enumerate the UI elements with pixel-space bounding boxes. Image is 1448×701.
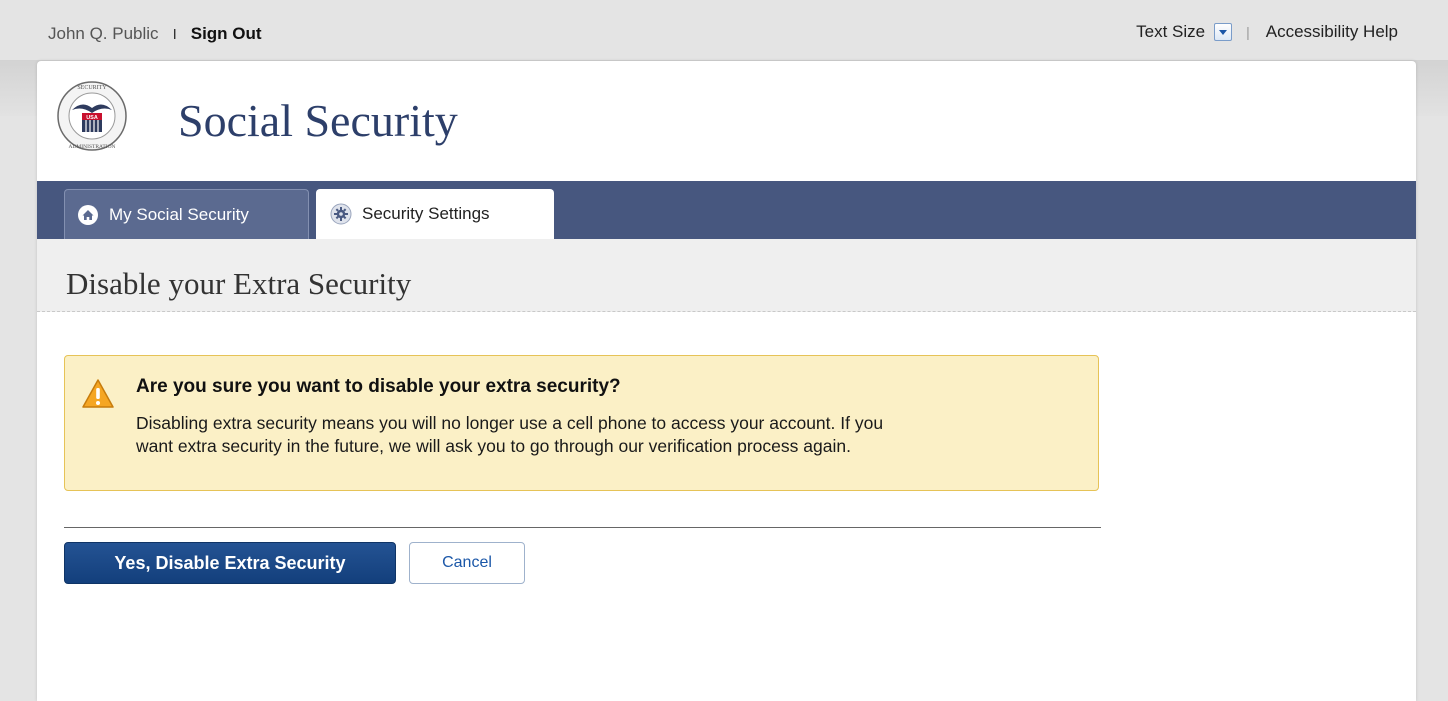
svg-text:USA: USA — [86, 115, 98, 121]
warning-icon — [82, 379, 114, 408]
accessibility-help-link[interactable]: Accessibility Help — [1266, 22, 1398, 42]
page-title-bar: Disable your Extra Security — [37, 239, 1416, 312]
user-name: John Q. Public — [48, 24, 159, 43]
tab-my-social-security[interactable]: My Social Security — [64, 189, 309, 239]
utility-separator: | — [1246, 24, 1250, 40]
main-card: USA SECURITY ADMINISTRATION Social Secur… — [37, 61, 1416, 701]
utility-links: Text Size | Accessibility Help — [1136, 22, 1398, 42]
site-title: Social Security — [178, 95, 458, 146]
svg-text:ADMINISTRATION: ADMINISTRATION — [68, 144, 115, 150]
alert-body: Disabling extra security means you will … — [136, 412, 1066, 458]
cancel-button[interactable]: Cancel — [409, 542, 525, 584]
alert-heading: Are you sure you want to disable your ex… — [136, 376, 621, 397]
tab-label: Security Settings — [362, 204, 490, 223]
tab-security-settings[interactable]: Security Settings — [316, 189, 554, 239]
gear-icon — [330, 203, 352, 225]
disable-extra-security-button[interactable]: Yes, Disable Extra Security — [64, 542, 396, 584]
text-size-label: Text Size — [1136, 22, 1206, 41]
warning-alert: Are you sure you want to disable your ex… — [64, 355, 1099, 491]
page-title: Disable your Extra Security — [66, 266, 412, 301]
divider — [64, 527, 1101, 528]
tab-label: My Social Security — [109, 204, 249, 224]
text-size-dropdown-icon[interactable] — [1214, 23, 1233, 41]
alert-body-line: want extra security in the future, we wi… — [136, 436, 851, 456]
home-icon — [77, 204, 99, 226]
alert-body-line: Disabling extra security means you will … — [136, 413, 884, 433]
utility-bar: John Q. Public I Sign Out Text Size | Acce… — [0, 0, 1448, 62]
site-header: USA SECURITY ADMINISTRATION Social Secur… — [37, 61, 1416, 181]
user-info: John Q. Public I Sign Out — [48, 24, 262, 44]
sign-out-link[interactable]: Sign Out — [191, 24, 262, 43]
user-separator: I — [172, 26, 177, 43]
main-nav: My Social Security Security Settings — [37, 181, 1416, 239]
svg-text:SECURITY: SECURITY — [77, 85, 107, 91]
ssa-seal-logo: USA SECURITY ADMINISTRATION — [57, 81, 127, 151]
